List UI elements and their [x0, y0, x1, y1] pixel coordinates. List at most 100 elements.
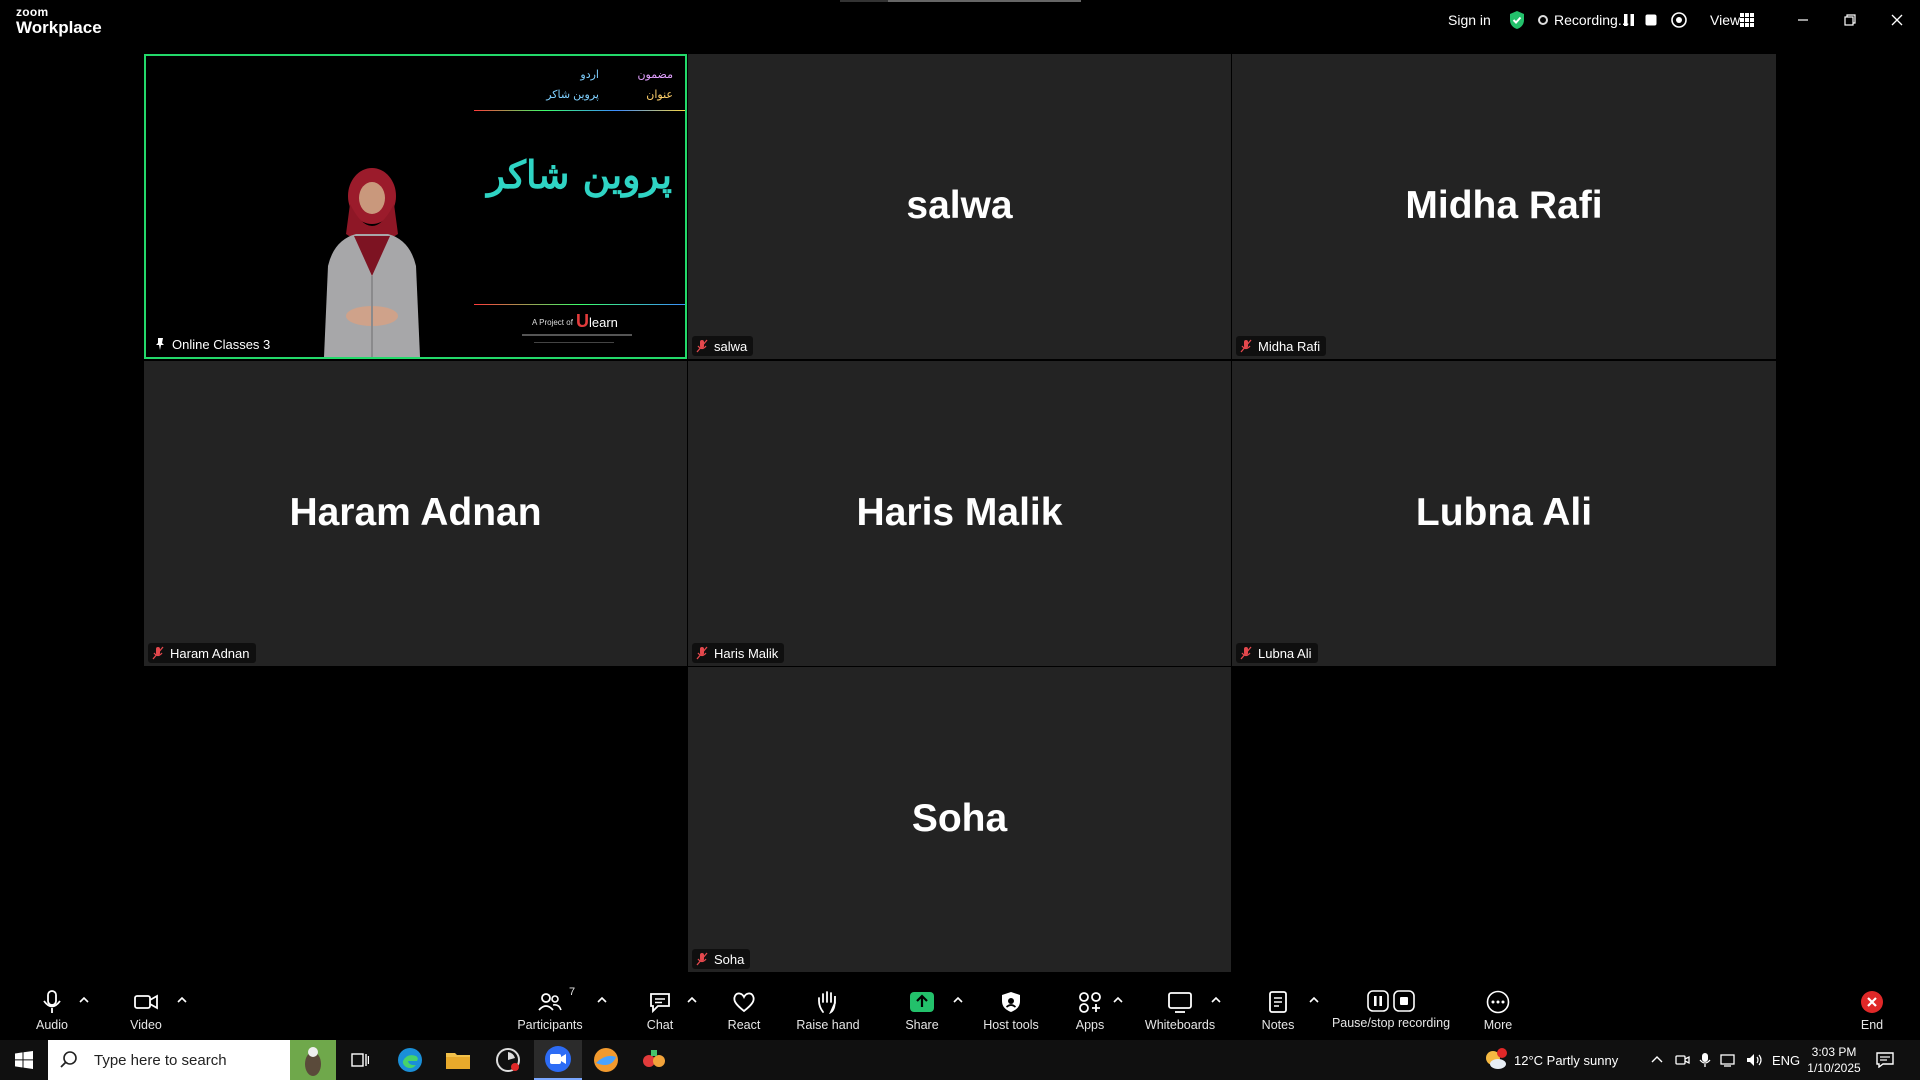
task-view-icon[interactable]: [336, 1040, 384, 1080]
minimize-icon[interactable]: [1780, 0, 1826, 40]
react-button[interactable]: React: [724, 980, 764, 1039]
video-button[interactable]: Video: [124, 980, 168, 1039]
weather-widget[interactable]: 12°C Partly sunny: [1482, 1040, 1618, 1080]
slide-subject-value: اردو: [580, 69, 599, 81]
lesson-slide: مضمون اردو عنوان پروین شاکر پروین شاکر A…: [472, 56, 685, 357]
participant-name-label: salwa: [714, 338, 748, 354]
slide-divider-bottom: [474, 304, 685, 305]
raise-hand-icon: [818, 991, 836, 1014]
apps-options-chevron-up-icon[interactable]: [1112, 994, 1124, 1006]
video-tile-online-classes-3[interactable]: مضمون اردو عنوان پروین شاکر پروین شاکر A…: [144, 54, 687, 359]
share-arrow-icon: [910, 992, 934, 1012]
windows-start-icon[interactable]: [0, 1040, 48, 1080]
search-highlight-bird-icon: [290, 1040, 336, 1080]
mic-muted-icon: [152, 646, 164, 660]
audio-options-chevron-up-icon[interactable]: [78, 994, 90, 1006]
apps-label: Apps: [1075, 1018, 1105, 1032]
ulearn-logo-text: learn: [589, 315, 618, 330]
logo-line-1: zoom: [16, 5, 49, 19]
pause-recording-icon: [1367, 990, 1389, 1012]
pinned-app-orange-icon[interactable]: [582, 1040, 630, 1080]
recording-stop-icon[interactable]: [1644, 0, 1658, 40]
clock-time: 3:03 PM: [1811, 1045, 1857, 1059]
pause-stop-recording-button[interactable]: Pause/stop recording: [1332, 980, 1450, 1039]
end-label: End: [1860, 1018, 1884, 1032]
notes-label: Notes: [1261, 1018, 1295, 1032]
zoom-app-icon[interactable]: [534, 1040, 582, 1080]
stop-recording-icon: [1393, 990, 1415, 1012]
participants-options-chevron-up-icon[interactable]: [596, 994, 608, 1006]
host-tools-label: Host tools: [983, 1018, 1039, 1032]
slide-subject-label: مضمون: [637, 69, 673, 81]
view-menu-label[interactable]: View: [1710, 0, 1740, 40]
restore-icon[interactable]: [1827, 0, 1873, 40]
tray-microphone-icon[interactable]: [1698, 1040, 1712, 1080]
recording-settings-icon[interactable]: [1670, 0, 1688, 40]
mic-muted-icon: [696, 952, 708, 966]
share-screen-button[interactable]: Share: [902, 980, 942, 1039]
top-drag-strip-dark: [840, 0, 888, 2]
raise-hand-button[interactable]: Raise hand: [796, 980, 860, 1039]
encryption-shield-icon[interactable]: [1508, 0, 1526, 40]
taskbar-clock[interactable]: 3:03 PM 1/10/2025: [1806, 1044, 1862, 1076]
notes-options-chevron-up-icon[interactable]: [1308, 994, 1320, 1006]
video-tile-haram-adnan[interactable]: Haram Adnan Haram Adnan: [144, 361, 687, 666]
recording-pause-icon[interactable]: [1622, 0, 1636, 40]
video-options-chevron-up-icon[interactable]: [176, 994, 188, 1006]
taskbar-search-box[interactable]: Type here to search: [48, 1040, 336, 1080]
react-label: React: [727, 1018, 761, 1032]
meet-now-icon[interactable]: [1674, 1040, 1690, 1080]
recording-controls-icon: [1367, 990, 1415, 1012]
top-drag-strip[interactable]: [888, 0, 1081, 2]
view-grid-icon[interactable]: [1740, 0, 1754, 40]
more-button[interactable]: More: [1478, 980, 1518, 1039]
video-tile-lubna-ali[interactable]: Lubna Ali Lubna Ali: [1232, 361, 1776, 666]
whiteboards-button[interactable]: Whiteboards: [1144, 980, 1216, 1039]
participant-name-tag: Soha: [692, 949, 751, 969]
tray-overflow-chevron-up-icon[interactable]: [1650, 1040, 1664, 1080]
video-tile-salwa[interactable]: salwa salwa: [688, 54, 1231, 359]
end-meeting-button[interactable]: End: [1852, 980, 1892, 1039]
logo-line-2: Workplace: [16, 18, 102, 37]
more-ellipsis-icon: [1486, 990, 1510, 1014]
volume-icon[interactable]: [1746, 1040, 1764, 1080]
share-options-chevron-up-icon[interactable]: [952, 994, 964, 1006]
participant-name-label: Midha Rafi: [1258, 338, 1321, 354]
file-explorer-icon[interactable]: [434, 1040, 482, 1080]
host-shield-icon: [1002, 992, 1020, 1012]
video-tile-midha-rafi[interactable]: Midha Rafi Midha Rafi: [1232, 54, 1776, 359]
host-tools-button[interactable]: Host tools: [980, 980, 1042, 1039]
participant-count-badge: 7: [569, 986, 576, 998]
chat-options-chevron-up-icon[interactable]: [686, 994, 698, 1006]
end-close-icon: [1861, 991, 1883, 1013]
close-icon[interactable]: [1874, 0, 1920, 40]
whiteboards-options-chevron-up-icon[interactable]: [1210, 994, 1222, 1006]
video-tile-soha[interactable]: Soha Soha: [688, 667, 1231, 972]
slide-divider-top: [474, 110, 685, 111]
video-tile-haris-malik[interactable]: Haris Malik Haris Malik: [688, 361, 1231, 666]
recorder-app-icon[interactable]: [484, 1040, 532, 1080]
weather-text: 12°C Partly sunny: [1514, 1052, 1619, 1068]
apps-button[interactable]: Apps: [1070, 980, 1110, 1039]
participant-display-name: salwa: [906, 183, 1013, 227]
network-icon[interactable]: [1720, 1040, 1738, 1080]
raise-hand-label: Raise hand: [796, 1018, 860, 1032]
more-label: More: [1483, 1018, 1513, 1032]
share-label: Share: [905, 1018, 939, 1032]
pinned-app-game-icon[interactable]: [630, 1040, 678, 1080]
slide-footer-text-line-2: [534, 342, 614, 343]
edge-browser-icon[interactable]: [386, 1040, 434, 1080]
chat-label: Chat: [646, 1018, 674, 1032]
notifications-icon[interactable]: [1876, 1040, 1894, 1080]
participant-display-name: Midha Rafi: [1405, 183, 1603, 227]
heart-react-icon: [733, 992, 755, 1013]
participant-name-label: Soha: [714, 951, 745, 967]
sign-in-link[interactable]: Sign in: [1448, 0, 1491, 40]
chat-button[interactable]: Chat: [640, 980, 680, 1039]
participants-button[interactable]: 7 Participants: [514, 980, 586, 1039]
participant-display-name: Lubna Ali: [1415, 490, 1593, 534]
input-language-indicator[interactable]: ENG: [1772, 1040, 1800, 1080]
audio-button[interactable]: Audio: [30, 980, 74, 1039]
notes-button[interactable]: Notes: [1258, 980, 1298, 1039]
ulearn-logo-u: U: [576, 311, 589, 331]
